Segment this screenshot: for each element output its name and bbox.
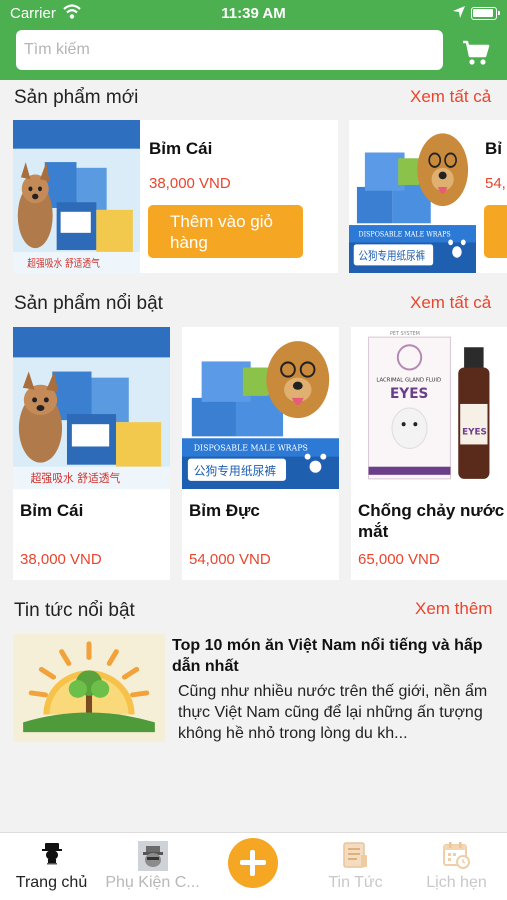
new-products-title: Sản phẩm mới	[14, 87, 139, 108]
product-name: Bỉm Cái	[20, 501, 84, 520]
tab-label: Phụ Kiện C...	[105, 874, 200, 891]
news-headline[interactable]: Top 10 món ăn Việt Nam nổi tiếng và hấp …	[172, 635, 497, 677]
product-name: Bỉm Cái	[149, 139, 213, 158]
cart-icon[interactable]	[462, 40, 490, 66]
product-price: 54,000 VND	[189, 551, 271, 568]
featured-news-title: Tin tức nổi bật	[14, 600, 135, 621]
featured-products-title: Sản phẩm nổi bật	[14, 293, 163, 314]
news-thumbnail[interactable]	[13, 634, 165, 742]
status-time: 11:39 AM	[221, 5, 286, 22]
status-bar: Carrier 11:39 AM	[0, 0, 507, 28]
plus-icon[interactable]	[228, 838, 278, 888]
product-name: Chống chảy nước mắt	[358, 501, 505, 541]
tab-news[interactable]: Tin Tức	[305, 833, 406, 900]
tab-accessories[interactable]: Phụ Kiện C...	[102, 833, 203, 900]
add-to-cart-button[interactable]: Thêm vào giỏ hàng	[148, 205, 303, 258]
calendar-icon	[443, 842, 470, 869]
accessory-icon	[138, 841, 168, 871]
tab-label: Tin Tức	[328, 874, 383, 891]
product-price: 54,	[485, 175, 506, 192]
product-name: Bỉm Đực	[189, 501, 260, 520]
news-excerpt: Cũng như nhiều nước trên thế giới, nền ẩ…	[178, 683, 488, 742]
product-price: 65,000 VND	[358, 551, 440, 568]
search-input[interactable]	[16, 30, 443, 70]
new-product-card[interactable]: Bỉm Cái 38,000 VND Thêm vào giỏ hàng	[13, 120, 338, 273]
app-header: Carrier 11:39 AM	[0, 0, 507, 80]
new-product-card[interactable]: Bỉ 54,	[349, 120, 507, 273]
tab-label: Trang chủ	[15, 874, 88, 891]
tab-appointments[interactable]: Lịch hẹn	[406, 833, 507, 900]
product-name: Bỉ	[485, 139, 502, 158]
tab-label: Lịch hẹn	[426, 874, 487, 891]
product-price: 38,000 VND	[149, 175, 231, 192]
featured-product-card[interactable]: Bỉm Cái 38,000 VND	[13, 327, 170, 580]
featured-news-see-more-link[interactable]: Xem thêm	[415, 599, 492, 619]
product-image	[13, 120, 140, 273]
add-to-cart-button[interactable]	[484, 205, 507, 258]
tab-home[interactable]: Trang chủ	[1, 833, 102, 900]
product-image	[13, 327, 170, 489]
battery-icon	[471, 7, 500, 20]
news-icon	[343, 842, 367, 868]
product-image	[182, 327, 339, 489]
product-price: 38,000 VND	[20, 551, 102, 568]
product-image	[349, 120, 476, 273]
product-image	[351, 327, 507, 489]
featured-product-card[interactable]: Bỉm Đực 54,000 VND	[182, 327, 339, 580]
new-products-see-all-link[interactable]: Xem tất cả	[410, 87, 491, 107]
featured-product-card[interactable]: Chống chảy nước mắt 65,000 VND	[351, 327, 507, 580]
featured-products-see-all-link[interactable]: Xem tất cả	[410, 293, 491, 313]
location-arrow-icon	[453, 6, 465, 18]
home-dog-icon	[42, 843, 62, 865]
